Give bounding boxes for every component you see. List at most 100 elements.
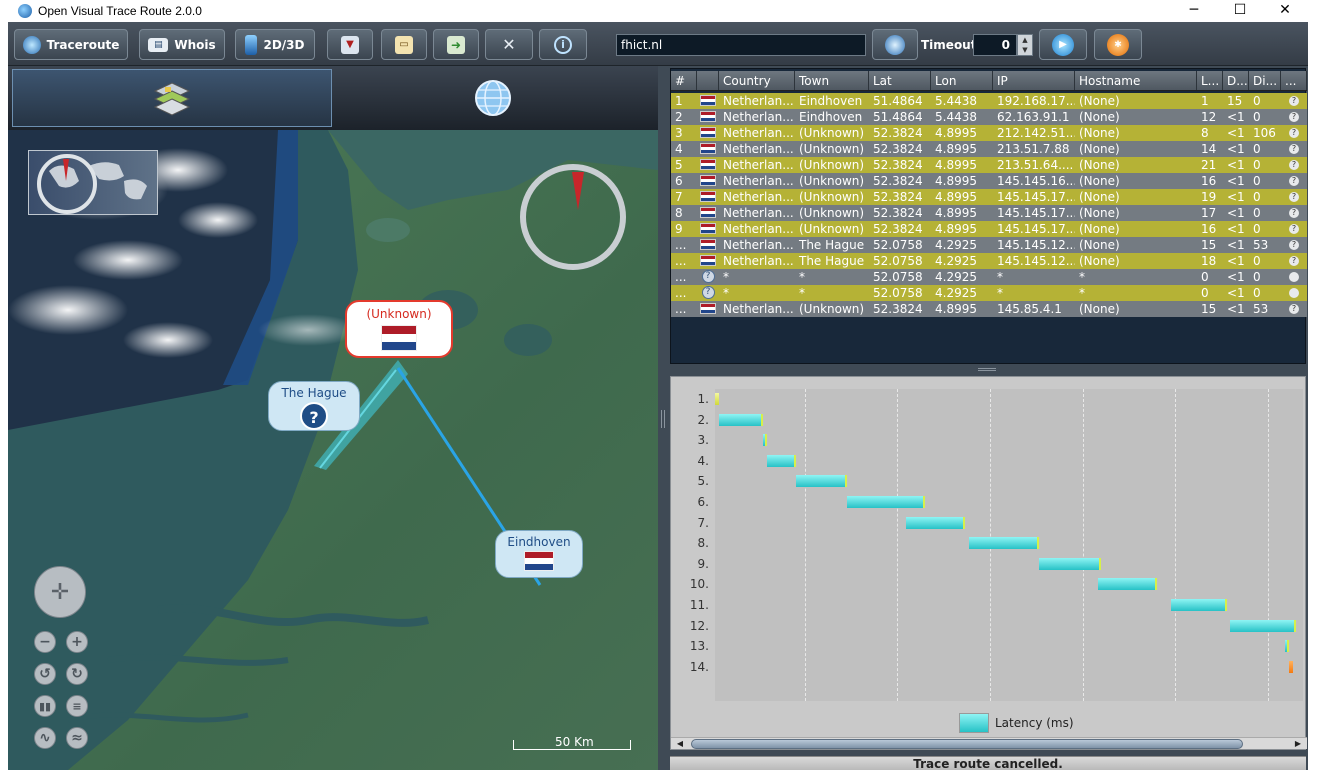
network-globe-button[interactable] — [872, 29, 918, 60]
map-view[interactable]: (Unknown) The Hague ? Eindhoven ✛ − + ↺ … — [8, 130, 658, 770]
horizontal-splitter[interactable] — [670, 366, 1306, 374]
latency-bar[interactable] — [795, 475, 848, 488]
column-header-distance[interactable]: Di... — [1249, 71, 1281, 90]
exaggeration-button[interactable]: ∿ — [34, 727, 56, 749]
callout-unknown[interactable]: (Unknown) — [345, 300, 453, 358]
network-interface-button[interactable]: ▼ — [327, 29, 373, 60]
latency-bar[interactable] — [1171, 599, 1227, 611]
latency-bar[interactable] — [1038, 557, 1102, 570]
column-header-more[interactable]: ... — [1281, 71, 1307, 90]
latency-bar[interactable] — [847, 496, 925, 508]
table-row[interactable]: 2 Netherlan... Eindhoven 51.4864 5.4438 62.16… — [671, 109, 1307, 125]
terrain-button[interactable]: ≈ — [66, 727, 88, 749]
column-header-ip[interactable]: IP — [993, 71, 1075, 90]
table-row[interactable]: 9 Netherlan... (Unknown) 52.3824 4.8995 145.1… — [671, 221, 1307, 237]
clipboard-button[interactable]: ▭ — [381, 29, 427, 60]
column-header-country[interactable]: Country — [719, 71, 795, 90]
timeout-input[interactable]: 0 — [973, 34, 1017, 56]
stop-trace-button[interactable]: ✱ — [1094, 29, 1142, 60]
export-button[interactable]: ➜ — [433, 29, 479, 60]
whois-info-icon[interactable]: ? — [1289, 208, 1299, 218]
whois-info-icon[interactable]: ? — [1289, 224, 1299, 234]
latency-bar[interactable] — [968, 537, 1039, 550]
table-cell: 18 — [1201, 254, 1217, 268]
whois-info-icon[interactable]: ? — [1289, 112, 1299, 122]
tab-layers[interactable] — [12, 69, 332, 127]
column-header-hostname[interactable]: Hostname — [1075, 71, 1197, 90]
whois-info-icon[interactable]: ? — [1289, 176, 1299, 186]
toggle-3d-button[interactable]: 2D/3D — [235, 29, 315, 60]
tab-globe[interactable] — [338, 69, 648, 127]
callout-the-hague[interactable]: The Hague ? — [268, 381, 360, 431]
scroll-thumb[interactable] — [691, 739, 1243, 749]
table-row[interactable]: ... Netherlan... (Unknown) 52.3824 4.8995 145… — [671, 301, 1307, 317]
zoom-out-button[interactable]: − — [34, 631, 56, 653]
status-dot-icon[interactable] — [1289, 288, 1299, 298]
latency-bar[interactable] — [906, 516, 966, 529]
scroll-left-icon[interactable]: ◀ — [673, 738, 687, 750]
close-button[interactable]: ✕ — [1262, 0, 1308, 22]
maximize-button[interactable]: ☐ — [1217, 0, 1263, 22]
table-row[interactable]: 5 Netherlan... (Unknown) 52.3824 4.8995 213.5… — [671, 157, 1307, 173]
column-header-lat[interactable]: Lat — [869, 71, 931, 90]
tilt-button[interactable]: ▮▮ — [34, 695, 56, 717]
latency-bar[interactable] — [718, 413, 763, 426]
status-dot-icon[interactable] — [1289, 272, 1299, 282]
table-cell: <1 — [1227, 190, 1245, 204]
table-cell: (Unknown) — [799, 206, 865, 220]
traceroute-button[interactable]: Traceroute — [14, 29, 128, 60]
table-row[interactable]: 3 Netherlan... (Unknown) 52.3824 4.8995 212.1… — [671, 125, 1307, 141]
compass[interactable] — [520, 164, 626, 270]
whois-info-icon[interactable]: ? — [1289, 192, 1299, 202]
latency-bar[interactable] — [1097, 578, 1157, 591]
settings-button[interactable]: ✕ — [485, 29, 533, 60]
pitch-button[interactable]: ≡ — [66, 695, 88, 717]
latency-bar[interactable] — [1289, 660, 1294, 673]
scroll-right-icon[interactable]: ▶ — [1291, 738, 1305, 750]
zoom-in-button[interactable]: + — [66, 631, 88, 653]
table-row[interactable]: ... Netherlan... The Hague 52.0758 4.2925 145… — [671, 253, 1307, 269]
whois-info-icon[interactable]: ? — [1289, 128, 1299, 138]
table-row[interactable]: 6 Netherlan... (Unknown) 52.3824 4.8995 145.1… — [671, 173, 1307, 189]
table-cell-flag — [697, 205, 719, 221]
whois-info-icon[interactable]: ? — [1289, 144, 1299, 154]
table-row[interactable]: ... Netherlan... The Hague 52.0758 4.2925 145… — [671, 237, 1307, 253]
latency-bar[interactable] — [762, 434, 767, 447]
chart-horizontal-scrollbar[interactable]: ◀ ▶ — [671, 737, 1307, 749]
whois-button[interactable]: ▤ Whois — [139, 29, 225, 60]
stepper-down-icon[interactable]: ▼ — [1022, 46, 1027, 54]
overview-minimap[interactable] — [28, 150, 158, 215]
timeout-stepper[interactable]: ▲ ▼ — [1017, 34, 1033, 56]
table-row[interactable]: 7 Netherlan... (Unknown) 52.3824 4.8995 145.1… — [671, 189, 1307, 205]
whois-info-icon[interactable]: ? — [1289, 304, 1299, 314]
column-header-lon[interactable]: Lon — [931, 71, 993, 90]
whois-info-icon[interactable]: ? — [1289, 96, 1299, 106]
latency-bar[interactable] — [1230, 619, 1297, 632]
whois-info-icon[interactable]: ? — [1289, 160, 1299, 170]
rotate-left-button[interactable]: ↺ — [34, 663, 56, 685]
vertical-splitter[interactable] — [658, 66, 670, 770]
about-button[interactable]: i — [539, 29, 587, 60]
stepper-up-icon[interactable]: ▲ — [1022, 36, 1027, 44]
table-row[interactable]: ...? * * 52.0758 4.2925 * * 0 <1 0 — [671, 285, 1307, 301]
table-row[interactable]: 4 Netherlan... (Unknown) 52.3824 4.8995 213.5… — [671, 141, 1307, 157]
column-header-number[interactable]: # — [671, 71, 697, 90]
whois-info-icon[interactable]: ? — [1289, 240, 1299, 250]
latency-bar[interactable] — [1285, 640, 1290, 653]
table-row[interactable]: 8 Netherlan... (Unknown) 52.3824 4.8995 145.1… — [671, 205, 1307, 221]
column-header-dns[interactable]: D... — [1223, 71, 1249, 90]
column-header-town[interactable]: Town — [795, 71, 869, 90]
column-header-latency[interactable]: L... — [1197, 71, 1223, 90]
column-header-flag[interactable] — [697, 71, 719, 90]
pan-control[interactable]: ✛ — [34, 566, 86, 618]
host-input[interactable]: fhict.nl — [616, 34, 866, 56]
callout-eindhoven[interactable]: Eindhoven — [495, 530, 583, 578]
latency-bar[interactable] — [766, 454, 796, 467]
latency-bar[interactable] — [715, 393, 719, 405]
whois-info-icon[interactable]: ? — [1289, 256, 1299, 266]
rotate-right-button[interactable]: ↻ — [66, 663, 88, 685]
table-row[interactable]: 1 Netherlan... Eindhoven 51.4864 5.4438 192.1… — [671, 93, 1307, 109]
table-row[interactable]: ...? * * 52.0758 4.2925 * * 0 <1 0 — [671, 269, 1307, 285]
minimize-button[interactable]: ─ — [1171, 0, 1217, 22]
start-trace-button[interactable]: ▶ — [1039, 29, 1087, 60]
